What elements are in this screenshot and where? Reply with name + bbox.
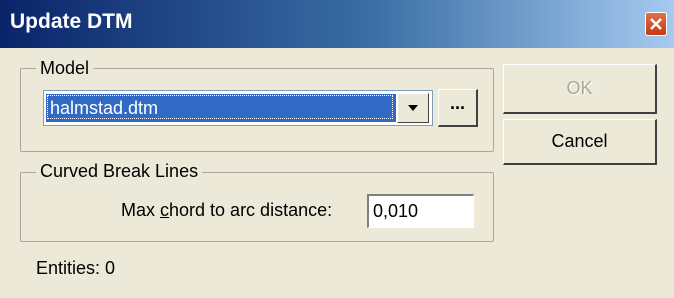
model-group-label: Model (36, 58, 94, 78)
accelerator-key: c (160, 200, 170, 220)
title-bar[interactable]: Update DTM (0, 0, 674, 48)
cancel-button[interactable]: Cancel (503, 119, 657, 165)
browse-button[interactable]: ... (438, 89, 478, 127)
browse-button-label: ... (449, 93, 465, 113)
model-selected-value: halmstad.dtm (46, 94, 396, 122)
max-chord-label-pre: Max (121, 200, 161, 220)
max-chord-label: Max chord to arc distance: (121, 200, 332, 221)
curved-break-lines-label: Curved Break Lines (36, 161, 203, 181)
ok-button[interactable]: OK (503, 64, 657, 114)
model-select[interactable]: halmstad.dtm (43, 90, 433, 126)
close-icon (650, 18, 662, 30)
update-dtm-dialog: Update DTM Model halmstad.dtm ... OK Can… (0, 0, 674, 298)
cancel-button-label: Cancel (551, 131, 608, 151)
window-title: Update DTM (10, 10, 133, 33)
entities-count: Entities: 0 (36, 258, 116, 278)
dropdown-button[interactable] (397, 93, 429, 123)
max-chord-label-post: hord to arc distance: (169, 200, 333, 220)
close-button[interactable] (645, 12, 667, 36)
max-chord-input[interactable]: 0,010 (367, 194, 474, 228)
ok-button-label: OK (566, 78, 593, 98)
chevron-down-icon (408, 105, 418, 111)
